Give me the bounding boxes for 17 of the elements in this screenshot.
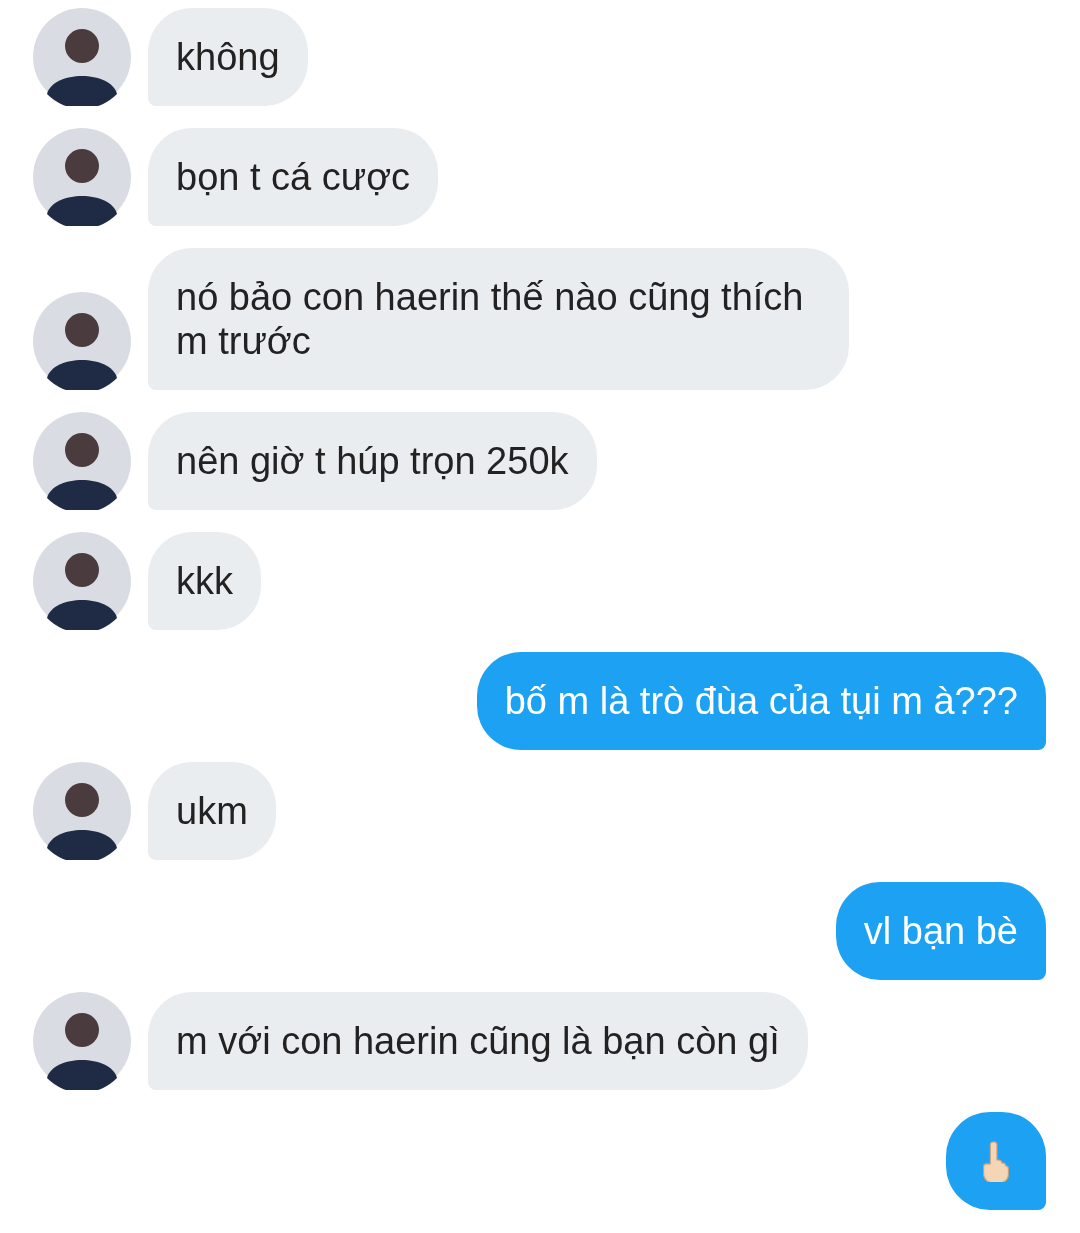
message-bubble: nó bảo con haerin thế nào cũng thích m trước <box>148 248 849 390</box>
hand-icon <box>980 1140 1012 1182</box>
message-bubble: kkk <box>148 532 261 630</box>
avatar[interactable] <box>33 128 131 226</box>
message-bubble: vl bạn bè <box>835 882 1046 980</box>
message-bubble: không <box>148 8 308 106</box>
avatar[interactable] <box>33 412 131 510</box>
avatar[interactable] <box>33 292 131 390</box>
message-bubble: bố m là trò đùa của tụi m à??? <box>476 652 1046 750</box>
avatar[interactable] <box>33 8 131 106</box>
message-bubble: nên giờ t húp trọn 250k <box>148 412 597 510</box>
avatar[interactable] <box>33 532 131 630</box>
message-bubble: bọn t cá cược <box>148 128 439 226</box>
message-bubble: ukm <box>148 762 276 860</box>
avatar[interactable] <box>33 762 131 860</box>
avatar[interactable] <box>33 992 131 1090</box>
message-bubble: m với con haerin cũng là bạn còn gì <box>148 992 808 1090</box>
